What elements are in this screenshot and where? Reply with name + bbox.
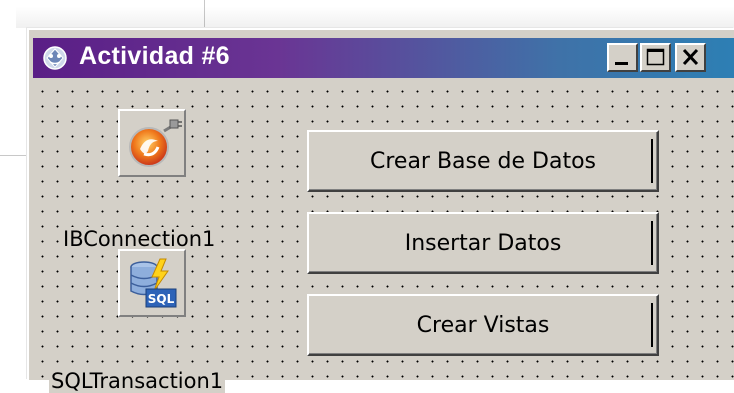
- maximize-button[interactable]: [640, 43, 671, 72]
- ibconnection-component[interactable]: [118, 109, 186, 177]
- delphi-app-icon[interactable]: [41, 44, 69, 72]
- firebird-database-icon: [129, 119, 182, 167]
- selection-handle: [651, 221, 653, 265]
- close-button[interactable]: [675, 43, 706, 72]
- title-bar[interactable]: Actividad #6: [33, 38, 734, 78]
- sqltransaction-label: SQLTransaction1: [49, 369, 226, 393]
- ibconnection-label: IBConnection1: [61, 227, 218, 251]
- crear-base-de-datos-button[interactable]: Crear Base de Datos: [307, 130, 659, 192]
- minimize-button[interactable]: [607, 43, 638, 72]
- maximize-icon: [646, 48, 665, 66]
- form-designer-surface[interactable]: IBConnection1 SQL SQLTransaction1 Crear …: [33, 82, 734, 393]
- window-title: Actividad #6: [79, 42, 230, 70]
- form-window: Actividad #6 IBConnection1 SQL SQLTransa…: [27, 28, 734, 393]
- close-icon: [682, 48, 699, 66]
- insertar-datos-button[interactable]: Insertar Datos: [307, 212, 659, 274]
- sql-transaction-icon: SQL: [130, 258, 177, 308]
- window-shadow: [16, 6, 734, 28]
- sqltransaction-component[interactable]: SQL: [118, 249, 186, 317]
- selection-handle: [651, 139, 653, 183]
- minimize-icon: [615, 62, 628, 65]
- selection-handle: [651, 303, 653, 347]
- crear-vistas-button[interactable]: Crear Vistas: [307, 294, 659, 356]
- svg-text:SQL: SQL: [148, 292, 175, 306]
